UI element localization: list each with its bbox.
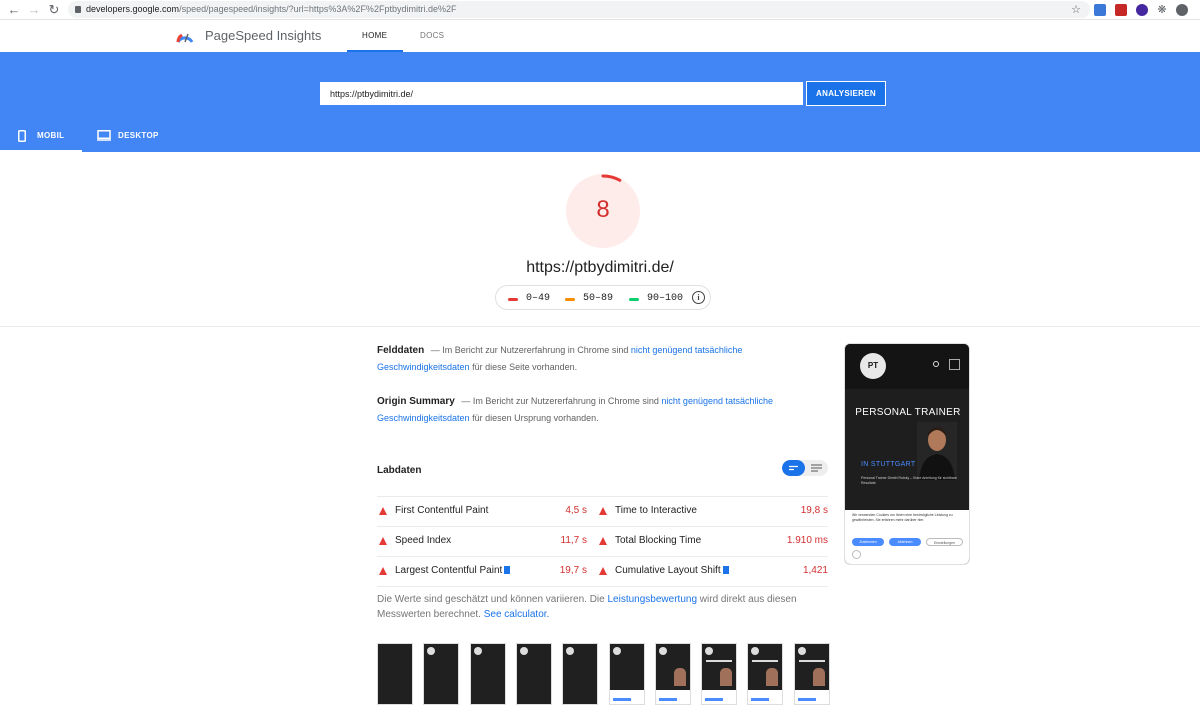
filmstrip-frame xyxy=(654,643,691,705)
metric-tti: Time to Interactive 19,8 s xyxy=(597,497,828,527)
fail-triangle-icon xyxy=(599,537,607,545)
metric-fcp: First Contentful Paint 4,5 s xyxy=(377,497,587,527)
tab-desktop-label: DESKTOP xyxy=(118,131,159,140)
calculator-link[interactable]: See calculator. xyxy=(484,609,550,620)
expanded-list-icon[interactable] xyxy=(805,460,828,476)
nav-home[interactable]: HOME xyxy=(362,31,387,40)
preview-settings-button: Einstellungen xyxy=(926,538,963,546)
metric-tbt: Total Blocking Time 1.910 ms xyxy=(597,527,828,557)
origin-summary-section: Origin Summary — Im Bericht zur Nutzerer… xyxy=(377,393,797,426)
address-bar[interactable]: developers.google.com/speed/pagespeed/in… xyxy=(68,1,1090,18)
info-icon[interactable]: i xyxy=(692,291,705,304)
tab-mobile-label: MOBIL xyxy=(37,131,65,140)
preview-tagline: Personal Trainer Dimitri Rutsky – Klare … xyxy=(861,476,957,485)
desktop-icon xyxy=(97,130,111,141)
nav-docs[interactable]: DOCS xyxy=(420,31,444,40)
url-input[interactable] xyxy=(320,82,803,105)
site-header: PageSpeed Insights HOME DOCS xyxy=(0,20,1200,52)
pagespeed-logo-icon xyxy=(176,33,194,43)
performance-score-link[interactable]: Leistungsbewertung xyxy=(608,594,698,605)
url-path: /speed/pagespeed/insights/?url=https%3A%… xyxy=(179,4,457,14)
filmstrip-frame xyxy=(562,643,599,705)
preview-cookie-text: Wir verwenden Cookies um Ihnen eine best… xyxy=(852,513,953,522)
compact-list-icon xyxy=(789,465,798,471)
reload-icon[interactable]: ↻ xyxy=(46,2,62,18)
analyzed-url: https://ptbydimitri.de/ xyxy=(526,259,674,276)
fail-triangle-icon xyxy=(379,567,387,575)
preview-accept-button: Zustimmen xyxy=(852,538,884,546)
fail-triangle-icon xyxy=(379,507,387,515)
tab-desktop[interactable]: DESKTOP xyxy=(97,130,177,152)
filmstrip-frame xyxy=(377,643,413,705)
preview-cookie-banner: Wir verwenden Cookies um Ihnen eine best… xyxy=(845,510,969,564)
browser-toolbar: ← → ↻ developers.google.com/speed/pagesp… xyxy=(0,0,1200,20)
bookmark-star-icon[interactable]: ☆ xyxy=(1068,2,1084,18)
fail-triangle-icon xyxy=(379,537,387,545)
field-data-text: — Im Bericht zur Nutzererfahrung in Chro… xyxy=(430,345,629,355)
filmstrip-frame xyxy=(515,643,552,705)
extension-icon-3[interactable] xyxy=(1136,4,1148,16)
web-vital-flag-icon xyxy=(722,566,729,574)
preview-cookie-icon xyxy=(852,550,861,559)
filmstrip-frame xyxy=(608,643,645,705)
field-data-title: Felddaten xyxy=(377,345,425,356)
score-legend: 0–49 50–89 90–100 i xyxy=(495,285,711,310)
filmstrip-frame xyxy=(793,643,830,705)
metric-lcp: Largest Contentful Paint 19,7 s xyxy=(377,557,587,587)
metrics-row-3: Largest Contentful Paint 19,7 s Cumulativ… xyxy=(377,556,828,586)
tab-mobile[interactable]: MOBIL xyxy=(0,130,82,152)
back-icon[interactable]: ← xyxy=(6,2,22,18)
lab-data-note: Die Werte sind geschätzt und können vari… xyxy=(377,594,797,620)
field-data-text-end: für diese Seite vorhanden. xyxy=(472,362,578,372)
lab-data-title: Labdaten xyxy=(377,465,422,476)
final-screenshot-preview: PT PERSONAL TRAINER IN STUTTGART Persona… xyxy=(844,343,970,565)
preview-subheadline: IN STUTTGART xyxy=(861,461,916,468)
origin-summary-text: — Im Bericht zur Nutzererfahrung in Chro… xyxy=(461,396,659,406)
preview-decline-button: Ablehnen xyxy=(889,538,921,546)
preview-headline: PERSONAL TRAINER xyxy=(855,407,961,418)
metric-cls: Cumulative Layout Shift 1,421 xyxy=(597,557,828,587)
filmstrip-frame xyxy=(469,643,506,705)
preview-logo: PT xyxy=(860,353,886,379)
url-host: developers.google.com xyxy=(86,4,180,14)
preview-search-icon xyxy=(933,361,939,367)
origin-summary-title: Origin Summary xyxy=(377,396,455,407)
fail-triangle-icon xyxy=(599,567,607,575)
analyze-button[interactable]: ANALYSIEREN xyxy=(806,81,886,106)
section-divider xyxy=(0,326,1200,327)
extension-icon-1[interactable] xyxy=(1094,4,1106,16)
preview-person-image xyxy=(917,422,957,480)
profile-avatar[interactable] xyxy=(1176,4,1188,16)
filmstrip-frame xyxy=(423,643,460,705)
lock-icon xyxy=(75,6,81,13)
filmstrip-frame xyxy=(747,643,784,705)
phone-icon xyxy=(18,130,26,142)
origin-summary-text-end: für diesen Ursprung vorhanden. xyxy=(472,413,599,423)
view-toggle-compact[interactable] xyxy=(782,460,805,476)
filmstrip-frame xyxy=(701,643,738,705)
metrics-row-2: Speed Index 11,7 s Total Blocking Time 1.9… xyxy=(377,526,828,556)
metric-speed-index: Speed Index 11,7 s xyxy=(377,527,587,557)
metrics-divider xyxy=(377,586,828,587)
extension-icon-2[interactable] xyxy=(1115,4,1127,16)
view-toggle[interactable] xyxy=(782,460,828,476)
web-vital-flag-icon xyxy=(504,566,511,574)
fail-triangle-icon xyxy=(599,507,607,515)
forward-icon[interactable]: → xyxy=(26,2,42,18)
puzzle-icon[interactable]: ❋ xyxy=(1154,2,1170,18)
metrics-row-1: First Contentful Paint 4,5 s Time to Inte… xyxy=(377,496,828,526)
performance-score: 8 xyxy=(596,196,610,223)
preview-menu-icon xyxy=(949,359,960,370)
field-data-section: Felddaten — Im Bericht zur Nutzererfahru… xyxy=(377,342,797,375)
brand-title: PageSpeed Insights xyxy=(205,28,322,43)
